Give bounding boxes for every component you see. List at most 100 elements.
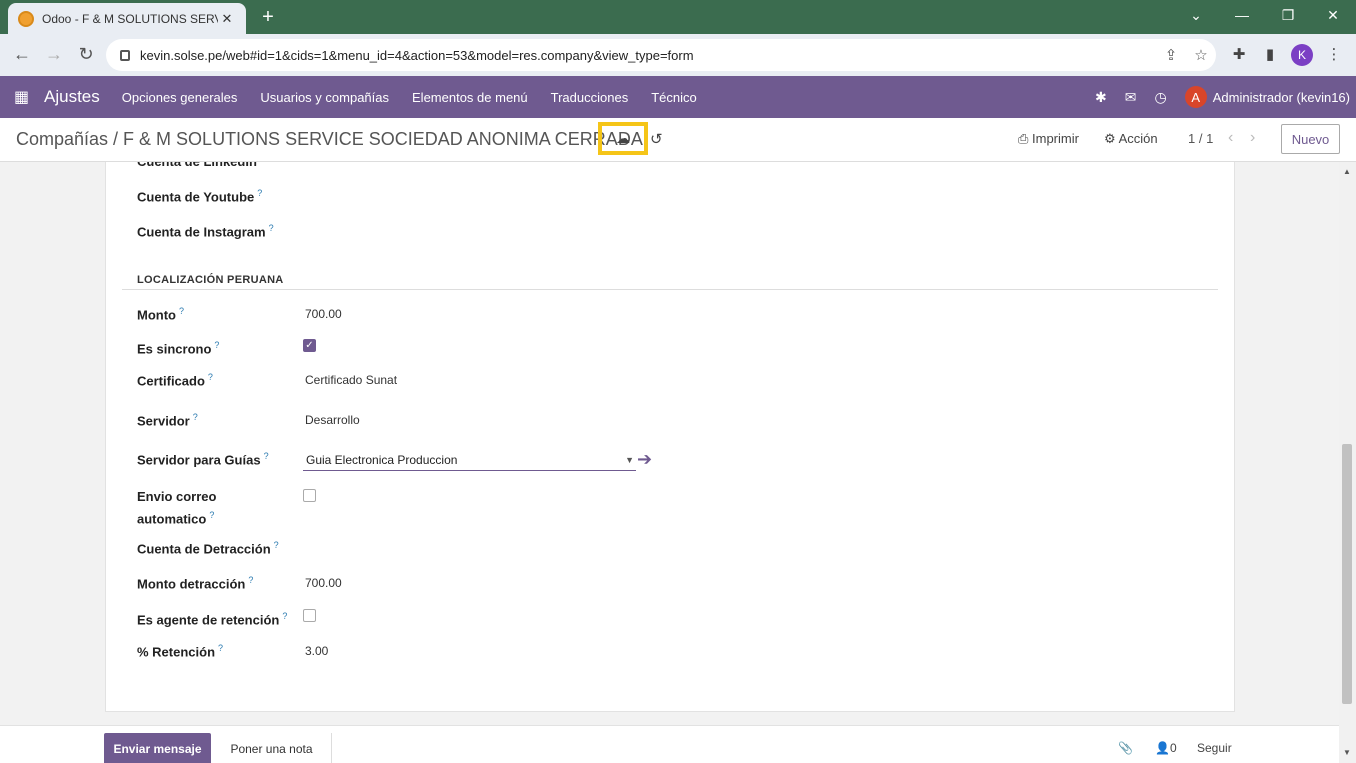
monto-field[interactable]: 700.00 xyxy=(305,307,342,321)
scroll-down-icon[interactable]: ▼ xyxy=(1343,748,1351,757)
external-link-arrow-icon[interactable]: ➔ xyxy=(637,449,652,470)
minimize-icon[interactable]: — xyxy=(1219,0,1265,30)
help-tooltip-icon[interactable]: ? xyxy=(214,340,219,350)
help-tooltip-icon[interactable]: ? xyxy=(269,223,274,233)
user-avatar[interactable]: A xyxy=(1184,86,1207,108)
messaging-icon[interactable]: ✉ xyxy=(1125,89,1137,106)
servidor-guias-label-text: Servidor para Guías xyxy=(137,452,261,468)
sincrono-checkbox[interactable]: ✓ xyxy=(303,339,316,352)
envio-correo-checkbox[interactable] xyxy=(303,489,316,502)
pager-previous-icon[interactable]: ‹ xyxy=(1228,129,1233,147)
agente-retencion-label-text: Es agente de retención xyxy=(137,612,280,628)
followers-count: 0 xyxy=(1169,741,1177,755)
browser-tab[interactable]: Odoo - F & M SOLUTIONS SERV ✕ xyxy=(8,3,246,34)
help-tooltip-icon[interactable]: ? xyxy=(282,611,287,621)
tab-search-icon[interactable]: ⌄ xyxy=(1173,0,1219,30)
apps-grid-icon[interactable]: ▦ xyxy=(14,87,34,107)
extensions-icon[interactable]: ✚ xyxy=(1228,45,1250,63)
servidor-field[interactable]: Desarrollo xyxy=(305,413,360,427)
browser-tab-strip: Odoo - F & M SOLUTIONS SERV ✕ + ⌄ — ❐ ✕ xyxy=(0,0,1356,34)
servidor-guias-value: Guia Electronica Produccion xyxy=(306,453,458,467)
app-name[interactable]: Ajustes xyxy=(44,87,100,107)
envio-correo-label: Envio correo automatico? xyxy=(137,487,216,528)
follower-person-icon: 👤 xyxy=(1155,741,1170,755)
help-tooltip-icon[interactable]: ? xyxy=(264,451,269,461)
user-name[interactable]: Administrador (kevin16) xyxy=(1213,90,1350,105)
help-tooltip-icon[interactable]: ? xyxy=(218,643,223,653)
log-note-button[interactable]: Poner una nota xyxy=(212,733,332,763)
scroll-up-icon[interactable]: ▲ xyxy=(1343,167,1351,176)
follow-button[interactable]: Seguir xyxy=(1197,741,1232,755)
porcentaje-retencion-field[interactable]: 3.00 xyxy=(305,644,328,658)
debug-bug-icon[interactable]: ✱ xyxy=(1095,89,1107,106)
cuenta-detraccion-label: Cuenta de Detracción? xyxy=(137,536,279,558)
servidor-label: Servidor? xyxy=(137,408,198,430)
tab-close-icon[interactable]: ✕ xyxy=(218,11,236,27)
envio-label-line2: automatico xyxy=(137,511,207,527)
section-divider xyxy=(122,289,1218,290)
menu-tecnico[interactable]: Técnico xyxy=(651,90,697,105)
breadcrumb[interactable]: Compañías / F & M SOLUTIONS SERVICE SOCI… xyxy=(16,129,643,150)
scrollbar-thumb[interactable] xyxy=(1342,444,1352,704)
browser-menu-icon[interactable]: ⋮ xyxy=(1323,45,1345,63)
certificado-field[interactable]: Certificado Sunat xyxy=(305,373,397,387)
form-sheet: Cuenta de LinkedIn Cuenta de Youtube? Cu… xyxy=(105,162,1235,712)
odoo-favicon-icon xyxy=(18,10,34,27)
share-icon[interactable]: ⇪ xyxy=(1156,46,1186,64)
pager-value[interactable]: 1 / 1 xyxy=(1188,131,1213,146)
help-tooltip-icon[interactable]: ? xyxy=(193,412,198,422)
envio-label-line1: Envio correo xyxy=(137,489,217,504)
tab-title: Odoo - F & M SOLUTIONS SERV xyxy=(42,11,218,26)
odoo-navbar: ▦ Ajustes Opciones generales Usuarios y … xyxy=(0,76,1356,118)
bookmark-star-icon[interactable]: ☆ xyxy=(1186,46,1216,64)
restore-icon[interactable]: ❐ xyxy=(1265,0,1311,30)
activity-clock-icon[interactable]: ◷ xyxy=(1155,89,1167,106)
print-button[interactable]: ⎙ Imprimir xyxy=(1018,131,1079,147)
forward-icon[interactable]: → xyxy=(42,44,66,65)
side-panel-icon[interactable]: ▮ xyxy=(1259,45,1281,63)
menu-usuarios-companias[interactable]: Usuarios y compañías xyxy=(260,90,389,105)
agente-retencion-checkbox[interactable] xyxy=(303,609,316,622)
agente-retencion-label: Es agente de retención? xyxy=(137,607,287,629)
dropdown-caret-icon[interactable]: ▼ xyxy=(625,455,634,465)
monto-detraccion-label: Monto detracción? xyxy=(137,571,253,593)
monto-detraccion-field[interactable]: 700.00 xyxy=(305,576,342,590)
help-tooltip-icon[interactable]: ? xyxy=(179,306,184,316)
new-button[interactable]: Nuevo xyxy=(1281,124,1340,154)
control-panel: Compañías / F & M SOLUTIONS SERVICE SOCI… xyxy=(0,118,1356,162)
youtube-label: Cuenta de Youtube? xyxy=(137,184,262,206)
section-title: LOCALIZACIÓN PERUANA xyxy=(137,274,284,286)
address-bar[interactable]: kevin.solse.pe/web#id=1&cids=1&menu_id=4… xyxy=(106,39,1216,71)
back-icon[interactable]: ← xyxy=(10,44,34,65)
pager-next-icon[interactable]: › xyxy=(1250,129,1255,147)
servidor-label-text: Servidor xyxy=(137,413,190,429)
page-scrollbar[interactable]: ▲ ▼ xyxy=(1339,162,1356,763)
action-button[interactable]: ⚙ Acción xyxy=(1104,131,1158,147)
servidor-guias-label: Servidor para Guías? xyxy=(137,447,269,469)
send-message-button[interactable]: Enviar mensaje xyxy=(104,733,211,763)
servidor-guias-select[interactable]: Guia Electronica Produccion ▼ xyxy=(303,450,636,471)
menu-opciones-generales[interactable]: Opciones generales xyxy=(122,90,238,105)
certificado-label: Certificado? xyxy=(137,368,213,390)
youtube-label-text: Cuenta de Youtube xyxy=(137,189,255,205)
cuenta-detraccion-label-text: Cuenta de Detracción xyxy=(137,541,271,557)
followers-button[interactable]: 👤0 xyxy=(1155,741,1177,755)
attachment-paperclip-icon[interactable]: 📎 xyxy=(1118,741,1133,755)
instagram-label: Cuenta de Instagram? xyxy=(137,219,274,241)
reload-icon[interactable]: ↻ xyxy=(74,44,98,65)
close-window-icon[interactable]: ✕ xyxy=(1310,0,1356,30)
chatter-bar: Enviar mensaje Poner una nota 📎 👤0 Segui… xyxy=(0,725,1339,763)
profile-avatar[interactable]: K xyxy=(1291,44,1313,66)
help-tooltip-icon[interactable]: ? xyxy=(208,372,213,382)
monto-detraccion-label-text: Monto detracción xyxy=(137,576,246,592)
save-cloud-icon[interactable]: ☁ xyxy=(598,122,648,155)
help-tooltip-icon[interactable]: ? xyxy=(209,510,214,520)
new-tab-icon[interactable]: + xyxy=(258,6,278,29)
help-tooltip-icon[interactable]: ? xyxy=(248,575,253,585)
action-label: Acción xyxy=(1118,131,1158,146)
help-tooltip-icon[interactable]: ? xyxy=(257,188,262,198)
menu-traducciones[interactable]: Traducciones xyxy=(551,90,629,105)
menu-elementos-menu[interactable]: Elementos de menú xyxy=(412,90,528,105)
help-tooltip-icon[interactable]: ? xyxy=(274,540,279,550)
discard-icon[interactable]: ↺ xyxy=(650,130,663,148)
